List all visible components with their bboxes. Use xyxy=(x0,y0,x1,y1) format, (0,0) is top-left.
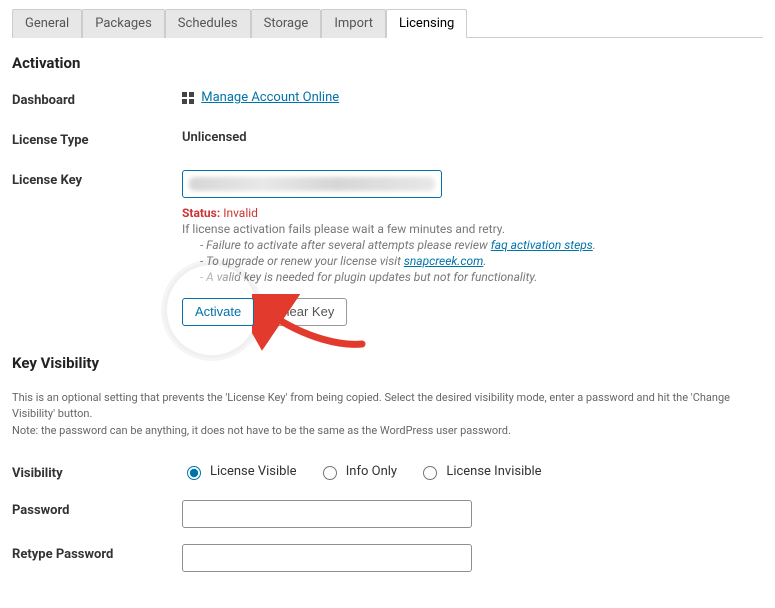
license-key-label: License Key xyxy=(12,170,182,188)
visibility-option-info-only[interactable]: Info Only xyxy=(318,463,397,480)
tab-import[interactable]: Import xyxy=(321,9,386,38)
grid-icon xyxy=(182,92,194,104)
license-key-input[interactable] xyxy=(182,170,442,198)
faq-activation-link[interactable]: faq activation steps xyxy=(491,238,593,252)
license-type-label: License Type xyxy=(12,130,182,148)
faq-hint-prefix: Failure to activate after several attemp… xyxy=(206,238,491,252)
tab-general[interactable]: General xyxy=(12,9,82,38)
radio-license-invisible[interactable] xyxy=(423,466,437,480)
key-visibility-desc-1: This is an optional setting that prevent… xyxy=(12,390,763,423)
settings-tabs: General Packages Schedules Storage Impor… xyxy=(12,8,763,38)
retype-password-label: Retype Password xyxy=(12,544,182,562)
tab-packages[interactable]: Packages xyxy=(82,9,165,38)
password-label: Password xyxy=(12,500,182,518)
status-label: Status: xyxy=(182,206,220,220)
upgrade-hint-prefix: To upgrade or renew your license visit xyxy=(206,254,404,268)
license-type-value: Unlicensed xyxy=(182,130,247,145)
clear-key-button[interactable]: Clear Key xyxy=(264,298,347,326)
radio-license-visible[interactable] xyxy=(187,466,201,480)
password-input[interactable] xyxy=(182,500,472,528)
activation-heading: Activation xyxy=(12,54,763,72)
license-key-value-obscured xyxy=(189,177,435,191)
key-visibility-heading: Key Visibility xyxy=(12,354,763,372)
tab-licensing[interactable]: Licensing xyxy=(386,9,467,38)
tab-schedules[interactable]: Schedules xyxy=(165,9,251,38)
retry-hint: If license activation fails please wait … xyxy=(182,222,763,236)
dashboard-label: Dashboard xyxy=(12,90,182,108)
visibility-option-invisible[interactable]: License Invisible xyxy=(418,463,541,480)
manage-account-link[interactable]: Manage Account Online xyxy=(201,90,339,105)
status-value: Invalid xyxy=(223,206,258,220)
activate-button[interactable]: Activate xyxy=(182,298,254,326)
valid-key-hint-prefix: A valid xyxy=(206,270,241,284)
tab-storage[interactable]: Storage xyxy=(251,9,322,38)
key-visibility-desc-2: Note: the password can be anything, it d… xyxy=(12,423,763,440)
snapcreek-link[interactable]: snapcreek.com xyxy=(404,254,483,268)
radio-info-only[interactable] xyxy=(323,466,337,480)
valid-key-hint-rest: key is needed for plugin updates but not… xyxy=(241,270,538,284)
visibility-label: Visibility xyxy=(12,463,182,481)
retype-password-input[interactable] xyxy=(182,544,472,572)
visibility-option-visible[interactable]: License Visible xyxy=(182,463,297,480)
